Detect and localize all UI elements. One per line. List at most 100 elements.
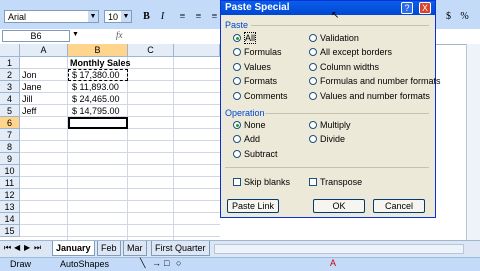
- tab-mar[interactable]: Mar: [123, 241, 147, 256]
- first-sheet-icon[interactable]: ⏮: [4, 243, 11, 253]
- radio-all[interactable]: All: [233, 32, 257, 44]
- row-header[interactable]: 1: [0, 57, 20, 69]
- last-sheet-icon[interactable]: ⏭: [34, 243, 41, 253]
- select-all-corner[interactable]: [0, 44, 20, 57]
- font-name-box[interactable]: Arial ▼: [4, 10, 99, 23]
- align-left-icon[interactable]: ≡: [176, 10, 189, 23]
- sales-cell[interactable]: $ 14,795.00: [72, 105, 120, 117]
- radio-button-icon: [233, 34, 241, 42]
- name-cell[interactable]: Jon: [22, 69, 37, 81]
- chevron-down-icon[interactable]: ▼: [121, 11, 131, 22]
- vertical-scrollbar[interactable]: [466, 44, 480, 240]
- name-cell[interactable]: Jill: [22, 93, 33, 105]
- ok-button[interactable]: OK: [313, 199, 365, 213]
- align-center-icon[interactable]: ≡: [192, 10, 205, 23]
- name-box[interactable]: B6: [2, 30, 70, 42]
- radio-values[interactable]: Values: [233, 62, 271, 72]
- mouse-cursor-icon: ↖: [331, 10, 340, 21]
- radio-multiply[interactable]: Multiply: [309, 120, 351, 130]
- fx-label[interactable]: fx: [116, 30, 123, 40]
- row-header[interactable]: 4: [0, 93, 20, 105]
- row-header[interactable]: 12: [0, 189, 20, 201]
- percent-icon[interactable]: %: [458, 10, 471, 23]
- radio-label: None: [244, 120, 266, 130]
- radio-button-icon: [309, 92, 317, 100]
- chevron-down-icon[interactable]: ▼: [72, 31, 80, 41]
- row-header[interactable]: 11: [0, 177, 20, 189]
- row-header[interactable]: 14: [0, 213, 20, 225]
- oval-icon[interactable]: ○: [176, 258, 181, 268]
- horizontal-scrollbar[interactable]: [214, 244, 464, 254]
- radio-label: Subtract: [244, 149, 278, 159]
- cancel-button[interactable]: Cancel: [373, 199, 425, 213]
- prev-sheet-icon[interactable]: ◀: [14, 243, 20, 252]
- font-name-value: Arial: [8, 12, 27, 22]
- row-header[interactable]: 9: [0, 153, 20, 165]
- radio-divide[interactable]: Divide: [309, 134, 345, 144]
- column-header-d[interactable]: [174, 44, 220, 57]
- font-size-box[interactable]: 10 ▼: [104, 10, 132, 23]
- next-sheet-icon[interactable]: ▶: [24, 243, 30, 252]
- sheet-tabs-bar: ⏮ ◀ ▶ ⏭ January Feb Mar First Quarter: [0, 240, 480, 257]
- radio-formulas[interactable]: Formulas: [233, 47, 282, 57]
- header-cell[interactable]: Monthly Sales: [70, 57, 131, 69]
- sales-cell[interactable]: $ 11,893.00: [72, 81, 119, 93]
- rectangle-icon[interactable]: □: [164, 258, 169, 268]
- column-header-b[interactable]: B: [68, 44, 128, 57]
- radio-column-widths[interactable]: Column widths: [309, 62, 379, 72]
- row-header[interactable]: 7: [0, 129, 20, 141]
- radio-none[interactable]: None: [233, 120, 266, 130]
- radio-add[interactable]: Add: [233, 134, 260, 144]
- column-header-c[interactable]: C: [128, 44, 174, 57]
- radio-label: Values: [244, 62, 271, 72]
- radio-subtract[interactable]: Subtract: [233, 149, 278, 159]
- row-header[interactable]: 15: [0, 225, 20, 237]
- operation-group-label: Operation: [225, 108, 265, 118]
- row-header[interactable]: 6: [0, 117, 20, 129]
- close-button[interactable]: X: [419, 2, 431, 14]
- paste-link-button[interactable]: Paste Link: [227, 199, 279, 213]
- radio-label: Validation: [320, 33, 359, 43]
- name-box-value: B6: [30, 31, 42, 41]
- radio-label: Formats: [244, 76, 278, 86]
- chevron-down-icon[interactable]: ▼: [88, 11, 98, 22]
- arrow-icon[interactable]: →: [152, 258, 161, 268]
- row-header[interactable]: 2: [0, 69, 20, 81]
- radio-label: All except borders: [320, 47, 393, 57]
- column-header-a[interactable]: A: [20, 44, 68, 57]
- tab-feb[interactable]: Feb: [97, 241, 121, 256]
- row-header[interactable]: 10: [0, 165, 20, 177]
- help-button[interactable]: ?: [401, 2, 413, 14]
- sales-cell[interactable]: $ 17,380.00: [72, 69, 120, 81]
- currency-icon[interactable]: $: [442, 10, 455, 23]
- font-color-icon[interactable]: A: [330, 258, 336, 268]
- name-cell[interactable]: Jeff: [22, 105, 36, 117]
- paste-special-dialog: Paste Special ? X Paste All Formulas Val…: [220, 0, 441, 218]
- bold-button[interactable]: B: [140, 10, 153, 23]
- row-header[interactable]: 5: [0, 105, 20, 117]
- radio-formulas-and-number-formats[interactable]: Formulas and number formats: [309, 76, 441, 86]
- autoshapes-menu[interactable]: AutoShapes: [60, 259, 109, 269]
- drawing-toolbar: Draw AutoShapes ╲ → □ ○ A: [0, 257, 480, 271]
- radio-label: Formulas and number formats: [320, 76, 441, 86]
- radio-label: Formulas: [244, 47, 282, 57]
- active-cell[interactable]: [68, 117, 128, 129]
- radio-comments[interactable]: Comments: [233, 91, 288, 101]
- tab-first-quarter[interactable]: First Quarter: [151, 241, 210, 256]
- transpose-checkbox[interactable]: Transpose: [309, 177, 362, 187]
- row-header[interactable]: 3: [0, 81, 20, 93]
- italic-button[interactable]: I: [156, 10, 169, 23]
- sales-cell[interactable]: $ 24,465.00: [72, 93, 120, 105]
- radio-all-except-borders[interactable]: All except borders: [309, 47, 392, 57]
- radio-formats[interactable]: Formats: [233, 76, 277, 86]
- name-cell[interactable]: Jane: [22, 81, 42, 93]
- row-header[interactable]: 13: [0, 201, 20, 213]
- radio-validation[interactable]: Validation: [309, 33, 359, 43]
- line-icon[interactable]: ╲: [140, 258, 145, 269]
- radio-values-and-number-formats[interactable]: Values and number formats: [309, 91, 430, 101]
- draw-menu[interactable]: Draw: [10, 259, 31, 269]
- row-header[interactable]: 8: [0, 141, 20, 153]
- skip-blanks-checkbox[interactable]: Skip blanks: [233, 177, 290, 187]
- dialog-title: Paste Special: [225, 2, 290, 13]
- tab-january[interactable]: January: [52, 241, 95, 256]
